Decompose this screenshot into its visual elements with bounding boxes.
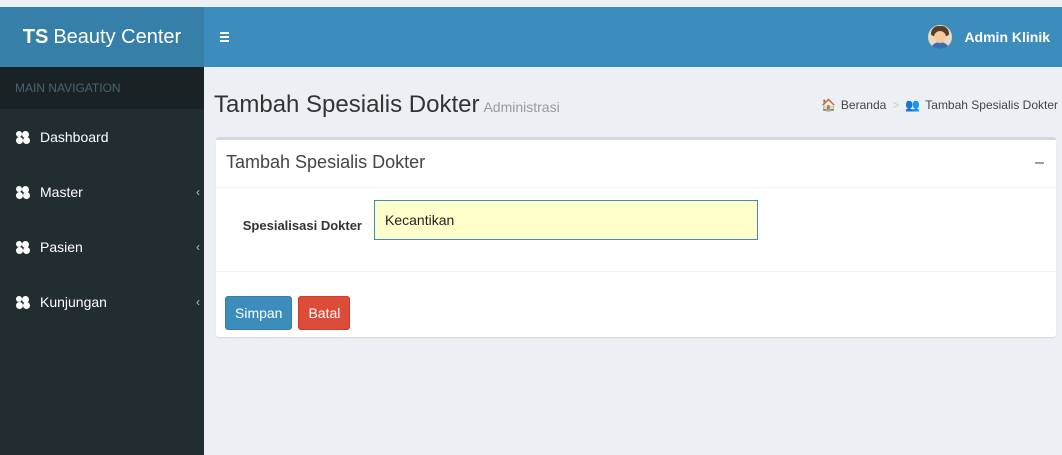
sidebar-item-label: Pasien	[40, 238, 83, 255]
breadcrumb: 🏠 Beranda > 👥 Tambah Spesialis Dokter	[821, 98, 1058, 112]
sidebar-item-kunjungan[interactable]: Kunjungan ‹	[0, 274, 204, 329]
breadcrumb-current: Tambah Spesialis Dokter	[925, 98, 1058, 112]
save-button[interactable]: Simpan	[225, 296, 293, 330]
users-icon: 👥	[905, 98, 921, 112]
form-box: Tambah Spesialis Dokter Spesialisasi Dok…	[216, 137, 1056, 337]
page-subtitle: Administrasi	[483, 99, 560, 115]
page-title-text: Tambah Spesialis Dokter	[214, 91, 480, 118]
sidebar-item-label: Master	[40, 183, 83, 200]
brand-name: Beauty Center	[53, 25, 182, 48]
main-content: Tambah Spesialis Dokter Administrasi 🏠 Be…	[204, 67, 1062, 455]
users-icon	[16, 295, 32, 308]
brand-bold: TS	[22, 25, 49, 48]
user-menu[interactable]: Admin Klinik	[928, 21, 1050, 53]
sidebar-item-master[interactable]: Master ‹	[0, 164, 204, 219]
chevron-left-icon: ‹	[196, 239, 200, 254]
avatar	[928, 25, 953, 49]
sidebar-item-label: Dashboard	[40, 128, 109, 145]
sidebar: MAIN NAVIGATION Dashboard Master ‹ Pasie…	[0, 67, 204, 455]
home-icon: 🏠	[820, 98, 836, 112]
app-logo[interactable]: TS Beauty Center	[0, 7, 204, 67]
box-title: Tambah Spesialis Dokter	[226, 152, 426, 172]
user-name: Admin Klinik	[964, 29, 1050, 45]
breadcrumb-home[interactable]: Beranda	[841, 98, 886, 112]
sidebar-header: MAIN NAVIGATION	[0, 67, 204, 109]
top-strip	[0, 0, 1062, 7]
chevron-left-icon: ‹	[196, 184, 200, 199]
users-icon	[16, 130, 32, 143]
sidebar-item-dashboard[interactable]: Dashboard	[0, 109, 204, 164]
cancel-button[interactable]: Batal	[298, 296, 351, 330]
collapse-icon[interactable]	[1035, 162, 1044, 164]
box-footer: Simpan Batal	[216, 272, 1056, 354]
box-body: Spesialisasi Dokter	[216, 188, 1056, 272]
box-header: Tambah Spesialis Dokter	[216, 140, 1056, 188]
users-icon	[16, 185, 32, 198]
chevron-left-icon: ‹	[196, 294, 200, 309]
users-icon	[16, 240, 32, 253]
page-title: Tambah Spesialis Dokter Administrasi	[214, 91, 560, 119]
sidebar-item-label: Kunjungan	[40, 293, 107, 310]
specialization-input[interactable]	[374, 200, 758, 240]
specialization-label: Spesialisasi Dokter	[242, 218, 362, 233]
hamburger-icon[interactable]	[220, 23, 238, 51]
top-navbar: Admin Klinik	[204, 7, 1062, 67]
sidebar-item-pasien[interactable]: Pasien ‹	[0, 219, 204, 274]
breadcrumb-separator: >	[892, 98, 900, 112]
